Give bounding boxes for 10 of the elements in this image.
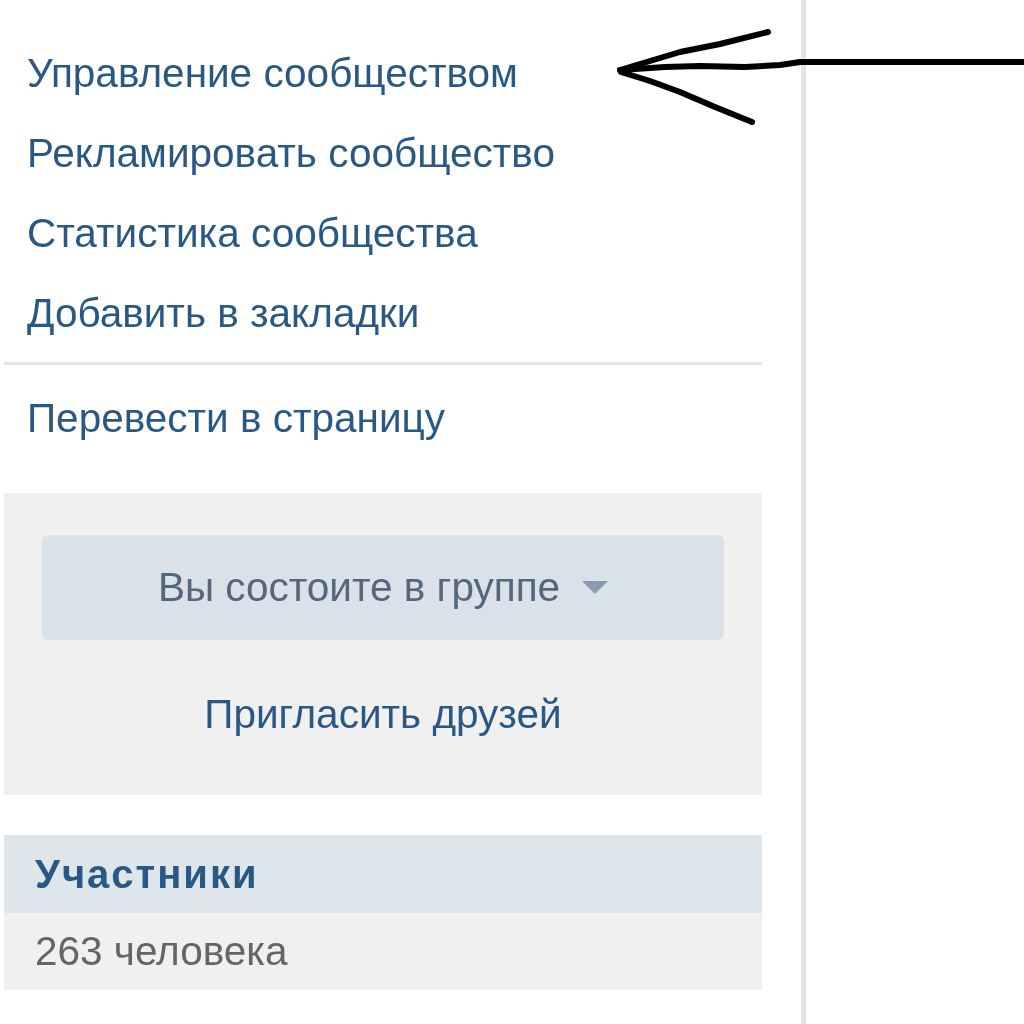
members-count[interactable]: 263 человека bbox=[35, 921, 288, 982]
menu-link[interactable]: Добавить в закладки bbox=[4, 273, 762, 353]
menu-link[interactable]: Статистика сообщества bbox=[4, 193, 762, 273]
members-title: Участники bbox=[35, 851, 259, 898]
caret-icon bbox=[582, 581, 609, 594]
menu-link[interactable]: Управление сообществом bbox=[4, 33, 762, 113]
invite-friends-link[interactable]: Пригласить друзей bbox=[204, 684, 562, 745]
menu-link[interactable]: Рекламировать сообщество bbox=[4, 113, 762, 193]
menu-link[interactable]: Перевести в страницу bbox=[4, 378, 762, 458]
membership-dropdown-button[interactable]: Вы состоите в группе bbox=[42, 535, 724, 640]
